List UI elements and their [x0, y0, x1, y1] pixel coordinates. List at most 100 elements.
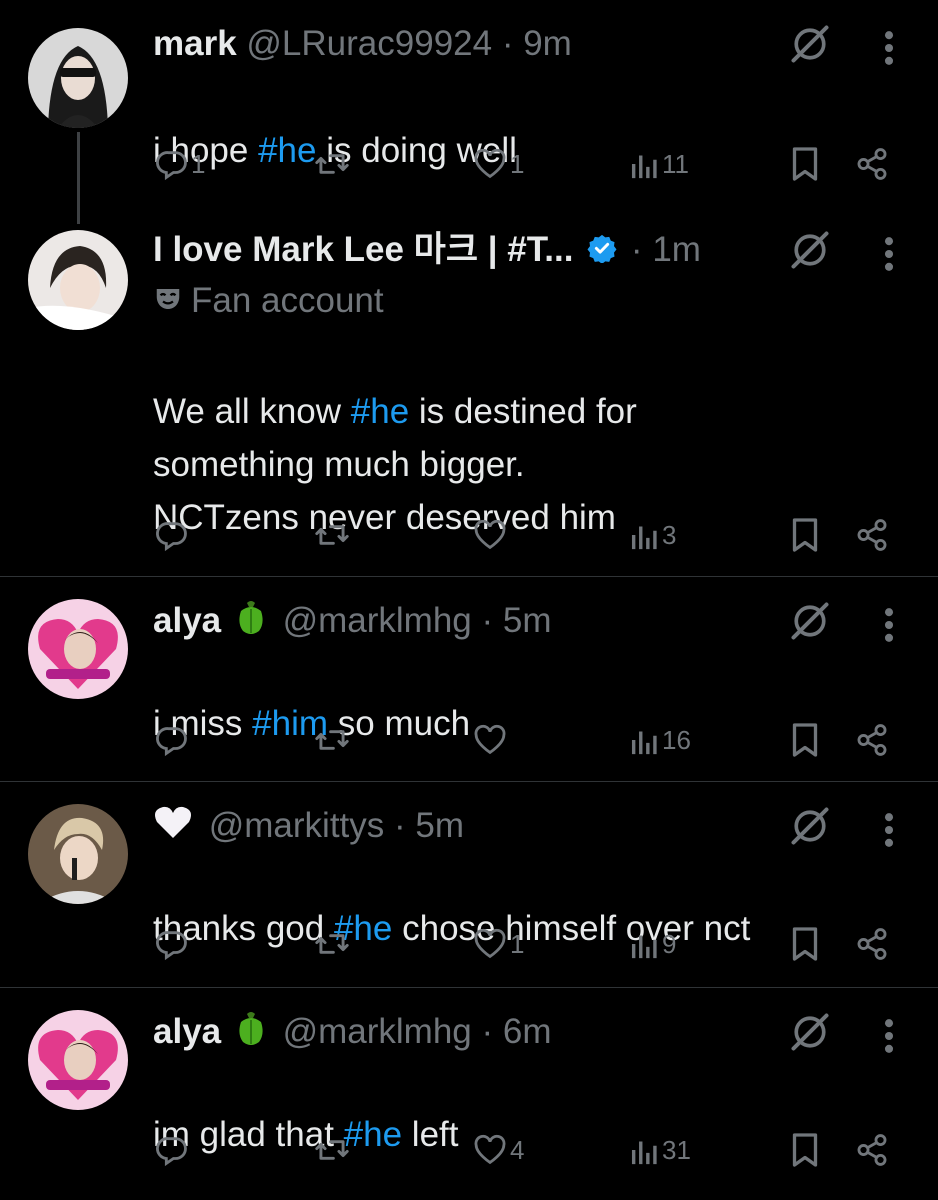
views-icon	[630, 1133, 660, 1167]
tweet-3[interactable]: alya @marklmhg · 5m i miss #him so much …	[0, 577, 938, 781]
view-count: 11	[662, 148, 689, 179]
views-button[interactable]: 16	[630, 720, 691, 760]
tweet-5[interactable]: alya @marklmhg · 6m im glad that #he lef…	[0, 988, 938, 1200]
bookmark-icon	[790, 517, 820, 553]
share-icon	[855, 723, 889, 757]
share-button[interactable]	[855, 720, 889, 760]
display-name[interactable]: I love Mark Lee 마크 | #T...	[153, 230, 573, 269]
mute-icon[interactable]	[788, 804, 832, 848]
timestamp[interactable]: 5m	[415, 806, 464, 845]
tweet-header: I love Mark Lee 마크 | #T... · 1m	[153, 228, 701, 274]
more-icon[interactable]	[874, 808, 904, 852]
share-button[interactable]	[855, 1130, 889, 1170]
reply-button[interactable]	[155, 720, 191, 760]
share-button[interactable]	[855, 144, 889, 184]
bookmark-icon	[790, 146, 820, 182]
tweet-2[interactable]: I love Mark Lee 마크 | #T... · 1m Fan acco…	[0, 210, 938, 576]
pepper-icon	[235, 599, 267, 646]
reply-count: 1	[191, 148, 206, 179]
like-button[interactable]	[472, 515, 510, 555]
tweet-4[interactable]: @markittys · 5m thanks god #he chose him…	[0, 782, 938, 987]
avatar[interactable]	[28, 230, 128, 330]
share-button[interactable]	[855, 924, 889, 964]
views-icon	[630, 927, 660, 961]
retweet-button[interactable]	[314, 515, 350, 555]
timestamp[interactable]: 9m	[523, 24, 572, 63]
mute-icon[interactable]	[788, 22, 832, 66]
display-name[interactable]: alya	[153, 1012, 221, 1051]
retweet-button[interactable]	[314, 924, 350, 964]
view-count: 9	[662, 928, 677, 959]
like-count: 1	[510, 928, 525, 959]
bookmark-button[interactable]	[790, 924, 820, 964]
avatar[interactable]	[28, 804, 128, 904]
action-bar: 3	[0, 515, 938, 555]
bookmark-icon	[790, 722, 820, 758]
display-name[interactable]: alya	[153, 601, 221, 640]
views-icon	[630, 518, 660, 552]
more-icon[interactable]	[874, 232, 904, 276]
reply-icon	[155, 518, 189, 552]
reply-icon	[155, 1133, 189, 1167]
like-icon	[472, 723, 508, 757]
like-icon	[472, 927, 508, 961]
avatar[interactable]	[28, 28, 128, 128]
separator: ·	[630, 230, 643, 269]
views-button[interactable]: 11	[630, 144, 689, 184]
action-bar: 19	[0, 924, 938, 964]
share-button[interactable]	[855, 515, 889, 555]
views-button[interactable]: 31	[630, 1130, 691, 1170]
separator: ·	[501, 24, 514, 63]
like-icon	[472, 1133, 508, 1167]
mute-icon[interactable]	[788, 599, 832, 643]
retweet-icon	[314, 1133, 350, 1167]
tweet-header: @markittys · 5m	[153, 804, 464, 851]
share-icon	[855, 518, 889, 552]
reply-icon	[155, 927, 189, 961]
retweet-button[interactable]	[314, 1130, 350, 1170]
verified-icon	[587, 230, 617, 274]
account-label: Fan account	[153, 279, 384, 325]
more-icon[interactable]	[874, 1014, 904, 1058]
handle[interactable]: @marklmhg	[283, 601, 472, 640]
reply-button[interactable]	[155, 515, 191, 555]
bookmark-button[interactable]	[790, 144, 820, 184]
display-name[interactable]: mark	[153, 24, 237, 63]
like-button[interactable]: 1	[472, 924, 524, 964]
timestamp[interactable]: 6m	[503, 1012, 552, 1051]
timestamp[interactable]: 1m	[652, 230, 701, 269]
mute-icon[interactable]	[788, 1010, 832, 1054]
more-icon[interactable]	[874, 603, 904, 647]
like-count: 4	[510, 1134, 525, 1165]
bookmark-button[interactable]	[790, 1130, 820, 1170]
retweet-button[interactable]	[314, 720, 350, 760]
tweet-header: mark @LRurac99924 · 9m	[153, 22, 572, 66]
like-button[interactable]: 4	[472, 1130, 524, 1170]
reply-button[interactable]	[155, 1130, 191, 1170]
handle[interactable]: @marklmhg	[283, 1012, 472, 1051]
handle[interactable]: @markittys	[209, 806, 385, 845]
reply-button[interactable]: 1	[155, 144, 205, 184]
bookmark-button[interactable]	[790, 515, 820, 555]
like-button[interactable]	[472, 720, 510, 760]
avatar[interactable]	[28, 599, 128, 699]
bookmark-button[interactable]	[790, 720, 820, 760]
retweet-icon	[314, 927, 350, 961]
like-button[interactable]: 1	[472, 144, 524, 184]
avatar[interactable]	[28, 1010, 128, 1110]
tweet-text: We all know #he is destined for somethin…	[153, 332, 637, 544]
mask-icon	[153, 281, 183, 325]
reply-button[interactable]	[155, 924, 191, 964]
more-icon[interactable]	[874, 26, 904, 70]
bookmark-icon	[790, 926, 820, 962]
tweet-1[interactable]: mark @LRurac99924 · 9m i hope #he is doi…	[0, 0, 938, 210]
hashtag-link[interactable]: #he	[351, 392, 409, 431]
retweet-button[interactable]	[314, 144, 350, 184]
handle[interactable]: @LRurac99924	[246, 24, 492, 63]
white-heart-icon	[153, 804, 193, 851]
tweet-header: alya @marklmhg · 6m	[153, 1010, 552, 1057]
views-button[interactable]: 9	[630, 924, 676, 964]
views-button[interactable]: 3	[630, 515, 676, 555]
timestamp[interactable]: 5m	[503, 601, 552, 640]
mute-icon[interactable]	[788, 228, 832, 272]
